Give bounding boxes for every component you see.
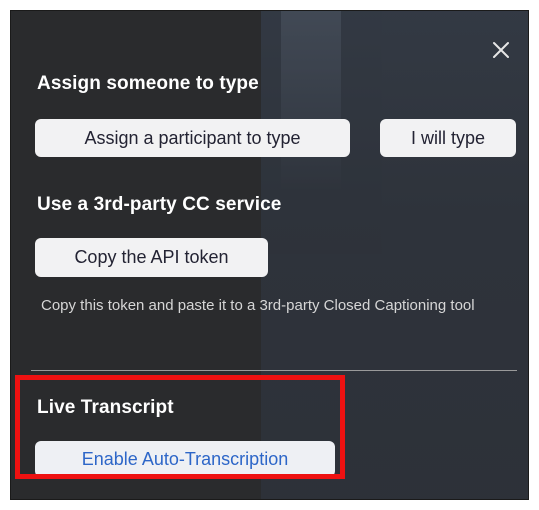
assign-participant-button[interactable]: Assign a participant to type xyxy=(35,119,350,157)
close-icon[interactable] xyxy=(490,39,512,61)
assign-section-title: Assign someone to type xyxy=(37,73,259,94)
live-transcript-highlight-box xyxy=(15,375,345,479)
copy-api-token-button[interactable]: Copy the API token xyxy=(35,238,268,277)
screenshot-root: Assign someone to type Assign a particip… xyxy=(0,0,539,510)
section-divider xyxy=(31,370,517,371)
cc-service-description: Copy this token and paste it to a 3rd-pa… xyxy=(41,297,475,314)
i-will-type-button[interactable]: I will type xyxy=(380,119,516,157)
cc-service-section-title: Use a 3rd-party CC service xyxy=(37,194,282,215)
